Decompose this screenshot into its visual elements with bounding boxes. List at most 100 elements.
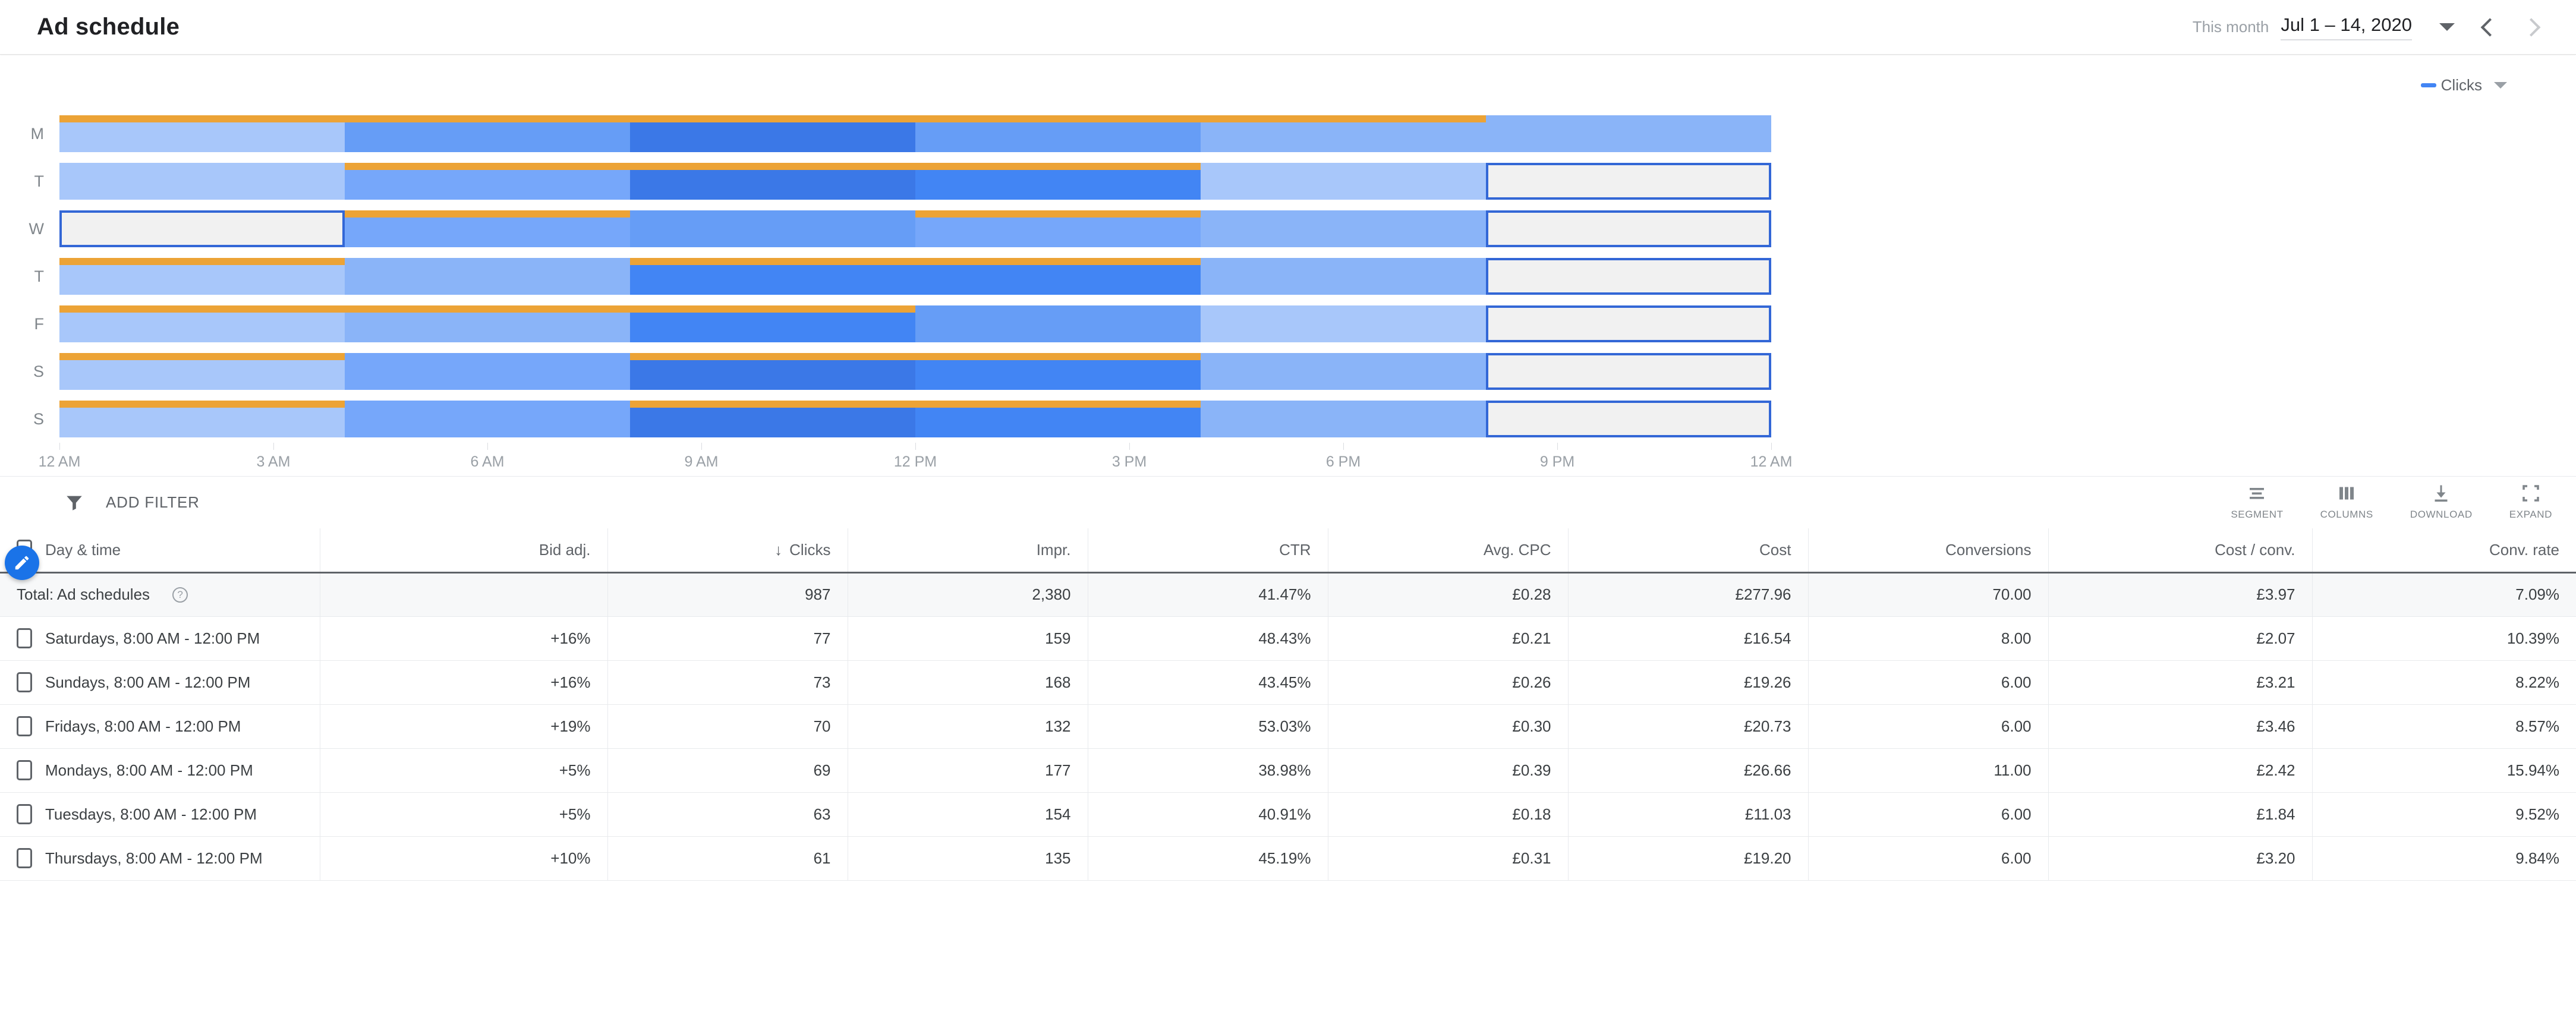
- expand-icon: [2520, 483, 2542, 504]
- help-icon[interactable]: ?: [172, 587, 188, 603]
- date-range-control[interactable]: This month Jul 1 – 14, 2020: [2193, 14, 2543, 40]
- heatmap-cell[interactable]: [59, 163, 345, 200]
- chart-legend[interactable]: Clicks: [0, 55, 2576, 94]
- row-ctr-cell: 53.03%: [1088, 704, 1328, 748]
- heatmap-cell-fill: [345, 353, 630, 390]
- table-row[interactable]: Saturdays, 8:00 AM - 12:00 PM+16%7715948…: [0, 616, 2576, 660]
- edit-fab-button[interactable]: [5, 546, 39, 580]
- row-costconv-cell: £2.07: [2048, 616, 2312, 660]
- heatmap-cell-selected[interactable]: [1486, 353, 1771, 390]
- row-checkbox[interactable]: [17, 672, 32, 692]
- bid-adjustment-bar: [59, 353, 345, 360]
- row-checkbox[interactable]: [17, 760, 32, 780]
- table-row[interactable]: Tuesdays, 8:00 AM - 12:00 PM+5%6315440.9…: [0, 792, 2576, 836]
- row-checkbox[interactable]: [17, 848, 32, 868]
- row-day-cell: Tuesdays, 8:00 AM - 12:00 PM: [0, 792, 320, 836]
- total-clicks-cell: 987: [607, 572, 848, 616]
- axis-tick-label: 9 AM: [685, 453, 719, 471]
- segment-button[interactable]: SEGMENT: [2231, 483, 2283, 521]
- add-filter-button[interactable]: ADD FILTER: [64, 493, 200, 513]
- row-cost-cell: £26.66: [1568, 748, 1808, 792]
- column-header-costconv[interactable]: Cost / conv.: [2048, 528, 2312, 572]
- column-header-conv[interactable]: Conversions: [1808, 528, 2048, 572]
- expand-button[interactable]: EXPAND: [2509, 483, 2552, 521]
- legend-chevron-down-icon[interactable]: [2494, 82, 2507, 89]
- column-header-cpc[interactable]: Avg. CPC: [1328, 528, 1568, 572]
- date-range-field[interactable]: Jul 1 – 14, 2020: [2281, 14, 2412, 40]
- heatmap-row: M: [0, 110, 2576, 157]
- heatmap-cell-fill: [1488, 260, 1769, 292]
- bid-adjustment-bar: [345, 115, 630, 122]
- heatmap-cell[interactable]: [345, 401, 630, 437]
- heatmap-cell-selected[interactable]: [1486, 210, 1771, 247]
- row-impr-cell: 168: [848, 660, 1088, 704]
- heatmap-row: W: [0, 205, 2576, 253]
- expand-label: EXPAND: [2509, 509, 2552, 521]
- column-header-cost[interactable]: Cost: [1568, 528, 1808, 572]
- table-body: Total: Ad schedules?9872,38041.47%£0.28£…: [0, 572, 2576, 880]
- row-checkbox[interactable]: [17, 628, 32, 648]
- heatmap-cell-selected[interactable]: [1486, 401, 1771, 437]
- chevron-down-icon[interactable]: [2439, 23, 2455, 31]
- column-header-convrate[interactable]: Conv. rate: [2312, 528, 2576, 572]
- row-cpc-cell: £0.31: [1328, 836, 1568, 880]
- next-period-icon[interactable]: [2523, 17, 2543, 37]
- row-cpc-cell: £0.30: [1328, 704, 1568, 748]
- table-row[interactable]: Fridays, 8:00 AM - 12:00 PM+19%7013253.0…: [0, 704, 2576, 748]
- columns-button[interactable]: COLUMNS: [2320, 483, 2373, 521]
- bid-adjustment-bar: [345, 163, 630, 170]
- heatmap-row: T: [0, 253, 2576, 300]
- heatmap-cell[interactable]: [345, 258, 630, 295]
- heatmap-cell[interactable]: [345, 353, 630, 390]
- row-checkbox[interactable]: [17, 804, 32, 824]
- column-header-clicks[interactable]: ↓Clicks: [607, 528, 848, 572]
- pencil-icon: [13, 554, 31, 572]
- heatmap-cell-selected[interactable]: [1486, 305, 1771, 342]
- row-impr-cell: 132: [848, 704, 1088, 748]
- date-range-underline: [2281, 39, 2412, 40]
- table-row[interactable]: Thursdays, 8:00 AM - 12:00 PM+10%6113545…: [0, 836, 2576, 880]
- axis-tick-label: 12 AM: [1750, 453, 1793, 471]
- ad-schedule-heatmap: MTWTFSS 12 AM3 AM6 AM9 AM12 PM3 PM6 PM9 …: [0, 94, 2576, 476]
- heatmap-cell-fill: [1488, 213, 1769, 245]
- row-convrate-cell: 9.84%: [2312, 836, 2576, 880]
- previous-period-icon[interactable]: [2479, 17, 2499, 37]
- heatmap-cell[interactable]: [1201, 258, 1486, 295]
- heatmap-cell-selected[interactable]: [59, 210, 345, 247]
- row-bid-cell: +5%: [320, 792, 607, 836]
- filter-icon: [64, 493, 84, 513]
- bid-adjustment-bar: [630, 353, 1201, 360]
- heatmap-cell-selected[interactable]: [1486, 163, 1771, 200]
- heatmap-row: S: [0, 395, 2576, 443]
- column-header-ctr[interactable]: CTR: [1088, 528, 1328, 572]
- heatmap-cell[interactable]: [1201, 210, 1486, 247]
- row-cost-cell: £20.73: [1568, 704, 1808, 748]
- heatmap-cell[interactable]: [915, 305, 1201, 342]
- column-header-impr[interactable]: Impr.: [848, 528, 1088, 572]
- heatmap-cell[interactable]: [1201, 401, 1486, 437]
- column-header-bid[interactable]: Bid adj.: [320, 528, 607, 572]
- row-clicks-cell: 73: [607, 660, 848, 704]
- table-row[interactable]: Sundays, 8:00 AM - 12:00 PM+16%7316843.4…: [0, 660, 2576, 704]
- column-header-label: CTR: [1279, 541, 1311, 559]
- column-header-day[interactable]: Day & time: [45, 541, 121, 559]
- heatmap-cell[interactable]: [1201, 353, 1486, 390]
- heatmap-cell[interactable]: [1201, 163, 1486, 200]
- row-day-cell: Sundays, 8:00 AM - 12:00 PM: [0, 660, 320, 704]
- row-checkbox[interactable]: [17, 716, 32, 736]
- segment-label: SEGMENT: [2231, 509, 2283, 521]
- heatmap-row-label: T: [0, 267, 59, 286]
- heatmap-row-track: [59, 258, 1771, 295]
- heatmap-cell[interactable]: [1201, 305, 1486, 342]
- heatmap-cell[interactable]: [1486, 115, 1771, 152]
- bid-adjustment-bar: [630, 401, 1201, 408]
- heatmap-cell[interactable]: [630, 210, 915, 247]
- row-conv-cell: 11.00: [1808, 748, 2048, 792]
- row-clicks-cell: 61: [607, 836, 848, 880]
- row-bid-cell: +16%: [320, 616, 607, 660]
- column-header-label: Cost / conv.: [2215, 541, 2295, 559]
- download-button[interactable]: DOWNLOAD: [2410, 483, 2473, 521]
- heatmap-row-track: [59, 305, 1771, 342]
- table-row[interactable]: Mondays, 8:00 AM - 12:00 PM+5%6917738.98…: [0, 748, 2576, 792]
- heatmap-cell-selected[interactable]: [1486, 258, 1771, 295]
